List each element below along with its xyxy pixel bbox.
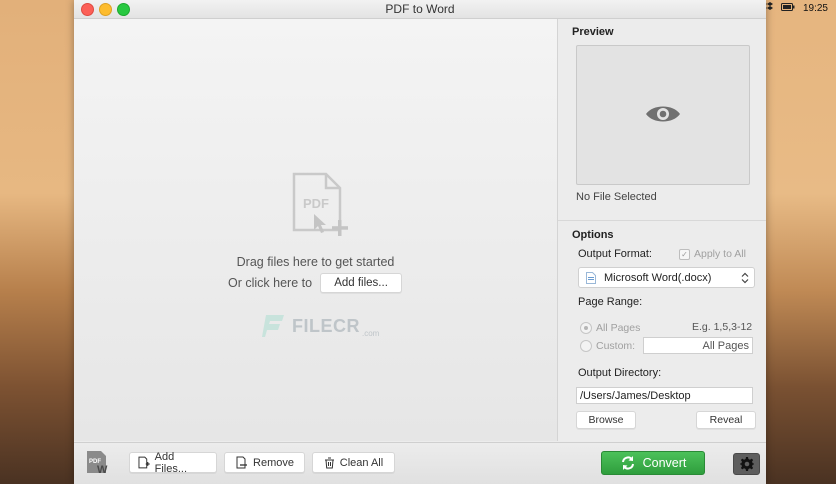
desktop-wallpaper-left: [0, 0, 74, 484]
preview-area: [576, 45, 750, 185]
close-window-button[interactable]: [81, 3, 94, 16]
watermark-logo-icon: [262, 315, 284, 337]
clean-all-button[interactable]: Clean All: [312, 452, 395, 473]
output-format-select[interactable]: Microsoft Word(.docx): [578, 267, 755, 288]
output-directory-input[interactable]: /Users/James/Desktop: [576, 387, 753, 404]
refresh-icon: [621, 456, 634, 470]
remove-button[interactable]: Remove: [224, 452, 305, 473]
custom-range-label: Custom:: [596, 340, 636, 352]
output-format-value: Microsoft Word(.docx): [604, 271, 712, 284]
output-directory-label: Output Directory:: [578, 367, 662, 379]
reveal-button[interactable]: Reveal: [696, 411, 756, 429]
click-instruction: Or click here to: [228, 276, 313, 290]
trash-icon: [324, 457, 334, 468]
remove-icon: [236, 456, 248, 469]
minimize-window-button[interactable]: [99, 3, 112, 16]
app-logo-icon: PDF W: [87, 451, 108, 476]
all-pages-label: All Pages: [596, 322, 641, 334]
preview-status: No File Selected: [576, 191, 657, 203]
svg-text:PDF: PDF: [303, 196, 329, 211]
battery-icon[interactable]: [780, 2, 795, 15]
convert-label: Convert: [642, 456, 687, 470]
divider: [558, 220, 766, 221]
add-files-button[interactable]: Add Files...: [129, 450, 217, 475]
window-title: PDF to Word: [385, 2, 455, 16]
side-panel: Preview No File Selected Options Output …: [558, 19, 766, 441]
watermark-suffix: .com: [362, 328, 380, 338]
add-files-label: Add Files...: [154, 450, 188, 475]
custom-range-input[interactable]: All Pages: [643, 337, 753, 354]
file-drop-zone[interactable]: PDF Drag files here to get started Or cl…: [74, 19, 558, 441]
chevron-updown-icon: [741, 272, 749, 283]
custom-range-radio[interactable]: [580, 340, 592, 352]
options-title: Options: [572, 229, 614, 241]
page-range-label: Page Range:: [578, 296, 643, 308]
gear-icon: [739, 457, 754, 471]
convert-button[interactable]: Convert: [601, 451, 705, 475]
menubar-clock[interactable]: 19:25: [803, 3, 828, 14]
title-bar: PDF to Word: [74, 0, 766, 19]
menubar-extras: 19:25: [760, 0, 836, 16]
svg-text:W: W: [97, 464, 108, 476]
watermark: FILECR .com: [262, 313, 379, 339]
pdf-add-icon: PDF: [292, 172, 352, 242]
add-files-link-button[interactable]: Add files...: [320, 273, 403, 293]
apply-to-all-label: Apply to All: [694, 248, 746, 260]
drag-instruction: Drag files here to get started: [236, 255, 395, 269]
apply-to-all-checkbox[interactable]: ✓: [679, 249, 690, 260]
document-icon: [586, 271, 596, 284]
watermark-text: FILECR: [292, 315, 360, 336]
zoom-window-button[interactable]: [117, 3, 130, 16]
clean-all-label: Clean All: [339, 456, 384, 469]
eye-icon: [646, 106, 680, 122]
remove-label: Remove: [253, 456, 294, 469]
add-file-icon: [138, 456, 150, 469]
app-window: PDF to Word PDF Drag files here to get s…: [74, 0, 766, 484]
bottom-toolbar: PDF W Add Files... Remove Clean All Conv…: [74, 442, 766, 484]
page-range-example: E.g. 1,5,3-12: [692, 321, 753, 333]
preview-title: Preview: [572, 26, 614, 38]
output-format-label: Output Format:: [578, 248, 652, 260]
all-pages-radio[interactable]: [580, 322, 592, 334]
desktop-wallpaper-right: [766, 0, 836, 484]
settings-button[interactable]: [733, 453, 760, 475]
click-instruction-row: Or click here to Add files...: [228, 273, 403, 293]
browse-button[interactable]: Browse: [576, 411, 636, 429]
